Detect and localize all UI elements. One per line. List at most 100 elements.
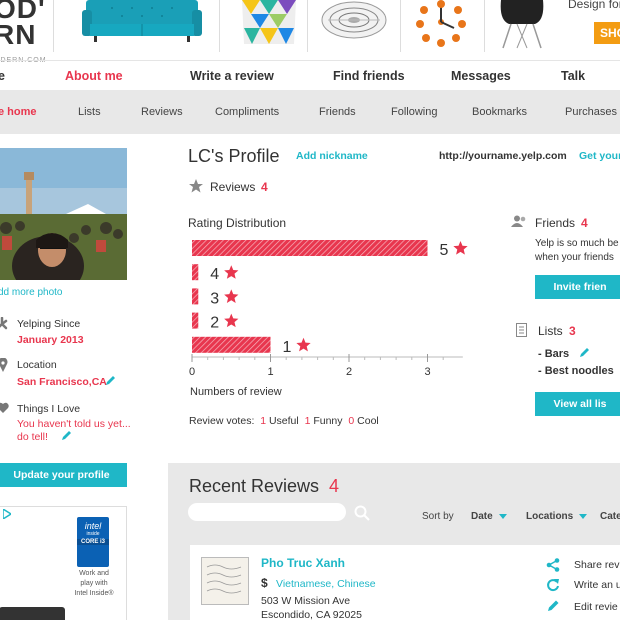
search-icon[interactable] [354, 505, 370, 521]
funny-label: Funny [313, 415, 343, 427]
main-nav: e About me Write a review Find friends M… [0, 60, 620, 90]
chevron-down-icon [579, 513, 588, 519]
funny-count: 1 [304, 415, 311, 427]
bar-1-star [192, 336, 271, 353]
sub-nav-item-purchases[interactable]: Purchases [565, 106, 617, 118]
business-category-link[interactable]: Vietnamese, Chinese [276, 578, 376, 590]
update-profile-button[interactable]: Update your profile [0, 463, 127, 487]
intel-logo: intel inside CORE i3 [77, 517, 109, 567]
edit-location-pencil-icon[interactable] [104, 375, 116, 387]
add-photo-link[interactable]: dd more photo [0, 287, 63, 298]
sort-locations-dropdown[interactable]: Locations [526, 511, 588, 522]
list-item[interactable]: - Best noodles [538, 365, 614, 377]
x-tick-label: 1 [267, 366, 273, 378]
ad-text-line: Work and [79, 570, 109, 577]
location-label: Location [17, 359, 57, 371]
sort-date-dropdown[interactable]: Date [471, 511, 507, 522]
chandelier-product-image[interactable] [318, 0, 390, 42]
sofa-product-image[interactable] [82, 0, 202, 44]
list-icon [516, 323, 527, 337]
bar-label-1: 1 [283, 339, 292, 356]
business-address-2: Escondido, CA 92025 [261, 609, 362, 620]
star-icon [296, 337, 311, 352]
bar-5-star [192, 240, 428, 256]
star-icon [189, 179, 203, 193]
recent-reviews-count: 4 [329, 476, 340, 496]
sub-nav-item-compliments[interactable]: Compliments [215, 106, 279, 118]
intel-ad[interactable]: intel inside CORE i3 Work and play with … [0, 506, 127, 620]
ad-text-line: Intel Inside® [74, 590, 114, 597]
rating-distribution-title: Rating Distribution [188, 216, 287, 230]
write-update-action[interactable]: Write an u [574, 579, 620, 591]
logo-line-2: RN [0, 19, 37, 50]
useful-label: Useful [268, 415, 299, 427]
things-i-love-value-2[interactable]: do tell! [17, 431, 48, 443]
chair-product-image[interactable] [497, 0, 547, 50]
friends-text-2: when your friends [535, 252, 614, 263]
main-nav-item-messages[interactable]: Messages [451, 69, 511, 83]
cool-count: 0 [348, 415, 355, 427]
main-nav-item-find-friends[interactable]: Find friends [333, 69, 405, 83]
sub-nav-item-profile-home[interactable]: e home [0, 106, 37, 118]
star-icon [224, 313, 239, 328]
sub-nav-item-reviews[interactable]: Reviews [141, 106, 183, 118]
sort-by-label: Sort by [422, 511, 454, 522]
bar-label-4: 4 [210, 266, 219, 283]
profile-url: http://yourname.yelp.com [439, 150, 567, 162]
divider [307, 0, 308, 52]
ad-inside: inside [86, 531, 100, 537]
profile-photo[interactable] [0, 148, 127, 280]
edit-review-action[interactable]: Edit revie [574, 601, 618, 613]
friends-count: 4 [581, 216, 588, 230]
edit-things-pencil-icon[interactable] [60, 430, 72, 442]
sort-category-label: Cate [600, 511, 620, 522]
invite-friends-button[interactable]: Invite frien [535, 275, 620, 299]
x-tick-label: 3 [424, 366, 430, 378]
useful-count: 1 [260, 415, 267, 427]
edit-list-pencil-icon[interactable] [578, 347, 590, 359]
main-nav-item-write-review[interactable]: Write a review [190, 69, 274, 83]
share-icon[interactable] [546, 558, 560, 572]
lists-label: Lists [538, 324, 563, 338]
location-value: San Francisco,CA [17, 376, 107, 388]
divider [484, 0, 485, 52]
things-i-love-label: Things I Love [17, 403, 81, 415]
shop-button[interactable]: SHO [594, 22, 620, 44]
divider [219, 0, 220, 52]
clock-product-image[interactable] [416, 0, 466, 48]
sort-category-dropdown[interactable]: Cate [600, 511, 620, 522]
view-all-lists-button[interactable]: View all lis [535, 392, 620, 416]
get-your-url-link[interactable]: Get your [579, 150, 620, 162]
ad-choices-icon[interactable] [3, 509, 11, 519]
pencil-icon[interactable] [546, 599, 560, 613]
pillow-product-image[interactable] [240, 0, 298, 48]
yelping-since-label: Yelping Since [17, 318, 81, 330]
bar-4-star [192, 264, 199, 281]
yelp-burst-icon [0, 317, 8, 330]
things-i-love-value-1: You haven't told us yet... [17, 418, 131, 430]
heart-icon [0, 402, 9, 413]
sub-nav-item-lists[interactable]: Lists [78, 106, 101, 118]
business-photo[interactable] [201, 557, 249, 605]
sub-nav-item-friends[interactable]: Friends [319, 106, 356, 118]
ad-text: Work and play with Intel Inside® [69, 569, 119, 599]
sort-date-label: Date [471, 511, 493, 522]
business-name-link[interactable]: Pho Truc Xanh [261, 556, 345, 570]
main-nav-item-talk[interactable]: Talk [561, 69, 585, 83]
chevron-down-icon [498, 513, 507, 519]
promo-banner: OD' RN ODERN.COM [0, 0, 620, 64]
sub-nav-item-following[interactable]: Following [391, 106, 437, 118]
add-nickname-link[interactable]: Add nickname [296, 150, 368, 162]
sub-nav-item-bookmarks[interactable]: Bookmarks [472, 106, 527, 118]
recent-reviews-title: Recent Reviews [189, 476, 320, 496]
friends-label: Friends [535, 216, 576, 230]
list-item[interactable]: - Bars [538, 348, 569, 360]
review-search-input[interactable] [188, 503, 346, 521]
yelping-since-value: January 2013 [17, 334, 84, 346]
refresh-icon[interactable] [546, 578, 560, 592]
share-review-action[interactable]: Share revi [574, 559, 620, 571]
bar-label-2: 2 [210, 315, 219, 332]
main-nav-item-home[interactable]: e [0, 69, 5, 83]
divider [400, 0, 401, 52]
main-nav-item-about-me[interactable]: About me [65, 69, 123, 83]
